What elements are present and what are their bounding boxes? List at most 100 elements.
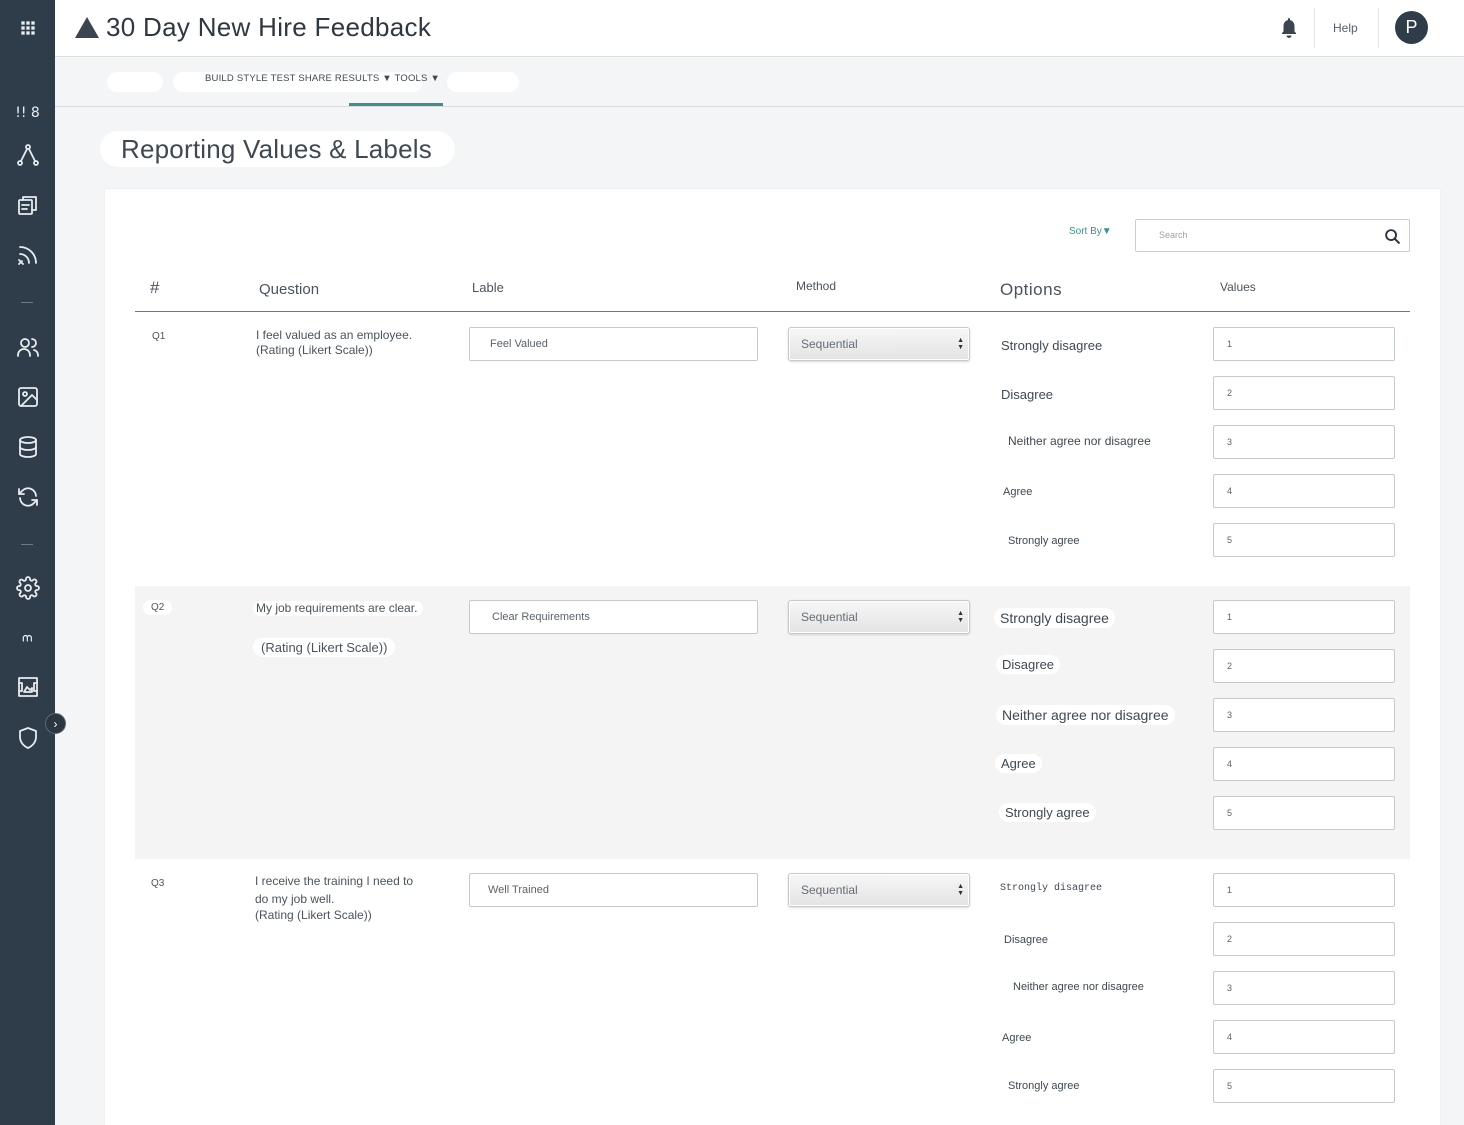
tab-placeholder bbox=[107, 72, 163, 92]
search-icon[interactable] bbox=[1384, 228, 1401, 245]
settings-gear-icon[interactable] bbox=[0, 570, 55, 606]
option-label: Neither agree nor disagree bbox=[1008, 434, 1151, 448]
value-input[interactable]: 1 bbox=[1213, 873, 1395, 907]
option-label: Strongly agree bbox=[999, 803, 1096, 822]
value-input-value: 1 bbox=[1227, 612, 1233, 622]
label-input[interactable]: Well Trained bbox=[469, 873, 758, 907]
value-input[interactable]: 5 bbox=[1213, 1069, 1395, 1103]
page-title: Reporting Values & Labels bbox=[121, 134, 432, 164]
user-avatar[interactable]: P bbox=[1395, 11, 1428, 44]
expand-chevron-icon[interactable]: › bbox=[45, 713, 66, 734]
value-input[interactable]: 5 bbox=[1213, 523, 1395, 557]
apps-grid-icon[interactable] bbox=[0, 10, 55, 46]
database-icon[interactable] bbox=[0, 429, 55, 465]
column-header-label: Lable bbox=[472, 280, 504, 295]
integrations-icon[interactable] bbox=[0, 621, 55, 657]
value-input[interactable]: 3 bbox=[1213, 971, 1395, 1005]
option-label: Strongly disagree bbox=[994, 608, 1115, 628]
sync-icon[interactable] bbox=[0, 479, 55, 515]
value-input[interactable]: 5 bbox=[1213, 796, 1395, 830]
option-label: Strongly agree bbox=[1008, 535, 1080, 547]
question-number: Q1 bbox=[152, 331, 166, 342]
value-input[interactable]: 1 bbox=[1213, 600, 1395, 634]
select-arrows-icon: ▲ ▼ bbox=[957, 610, 964, 624]
survey-tabs-bar: BUILD STYLE TEST SHARE RESULTS ▼ TOOLS ▼ bbox=[55, 58, 1464, 107]
option-label: Strongly disagree bbox=[1000, 883, 1103, 894]
option-label: Disagree bbox=[1004, 934, 1049, 946]
question-type: (Rating (Likert Scale)) bbox=[255, 908, 372, 922]
sidebar: !! 8 bbox=[0, 0, 55, 1125]
header-divider bbox=[1378, 8, 1379, 48]
label-input[interactable]: Clear Requirements bbox=[469, 600, 758, 634]
value-input-value: 4 bbox=[1227, 1032, 1233, 1042]
help-link[interactable]: Help bbox=[1333, 21, 1358, 35]
image-library-icon[interactable] bbox=[0, 379, 55, 415]
column-header-number: # bbox=[150, 278, 160, 297]
value-input[interactable]: 2 bbox=[1213, 649, 1395, 683]
sidebar-divider bbox=[21, 302, 33, 303]
option-label: Strongly disagree bbox=[1001, 338, 1103, 353]
value-input[interactable]: 3 bbox=[1213, 698, 1395, 732]
value-input[interactable]: 2 bbox=[1213, 376, 1395, 410]
method-select-value: Sequential bbox=[801, 883, 858, 897]
value-input-value: 5 bbox=[1227, 808, 1233, 818]
value-input-value: 1 bbox=[1227, 885, 1233, 895]
method-select[interactable]: Sequential ▲ ▼ bbox=[788, 327, 970, 361]
value-input-value: 5 bbox=[1227, 1081, 1233, 1091]
sort-by-label: Sort By bbox=[1069, 226, 1102, 237]
search-placeholder: Search bbox=[1159, 230, 1188, 240]
option-label: Agree bbox=[1002, 1032, 1032, 1044]
method-select[interactable]: Sequential ▲ ▼ bbox=[788, 873, 970, 907]
connections-icon[interactable] bbox=[0, 137, 55, 173]
survey-tabs-label[interactable]: BUILD STYLE TEST SHARE RESULTS ▼ TOOLS ▼ bbox=[205, 73, 440, 84]
question-text: I feel valued as an employee. bbox=[256, 328, 413, 342]
image-frame-icon[interactable] bbox=[0, 669, 55, 705]
value-input[interactable]: 4 bbox=[1213, 747, 1395, 781]
label-input-value: Clear Requirements bbox=[492, 611, 590, 623]
question-text: I receive the training I need to do my j… bbox=[255, 874, 414, 906]
notifications-bell-icon[interactable] bbox=[1277, 16, 1301, 40]
sidebar-divider bbox=[21, 544, 33, 545]
option-label: Neither agree nor disagree bbox=[1013, 981, 1144, 993]
value-input-value: 4 bbox=[1227, 486, 1233, 496]
option-label: Strongly agree bbox=[1008, 1080, 1080, 1092]
value-input-value: 2 bbox=[1227, 934, 1233, 944]
value-input[interactable]: 3 bbox=[1213, 425, 1395, 459]
table-header-divider bbox=[135, 311, 1410, 312]
method-select-value: Sequential bbox=[801, 610, 858, 624]
question-text: My job requirements are clear. bbox=[253, 601, 423, 616]
label-input-value: Feel Valued bbox=[490, 338, 548, 350]
tab-placeholder bbox=[447, 72, 519, 92]
search-input[interactable]: Search bbox=[1135, 219, 1410, 252]
surveys-icon[interactable] bbox=[0, 187, 55, 223]
column-header-question: Question bbox=[259, 281, 320, 298]
column-header-options: Options bbox=[1000, 280, 1063, 299]
value-input[interactable]: 4 bbox=[1213, 1020, 1395, 1054]
method-select-value: Sequential bbox=[801, 337, 858, 351]
caret-down-icon: ▼ bbox=[1101, 226, 1112, 237]
distribution-icon[interactable] bbox=[0, 237, 55, 273]
select-arrows-icon: ▲ ▼ bbox=[957, 883, 964, 897]
label-input[interactable]: Feel Valued bbox=[469, 327, 758, 361]
value-input-value: 4 bbox=[1227, 759, 1233, 769]
value-input-value: 3 bbox=[1227, 710, 1233, 720]
question-number: Q3 bbox=[151, 878, 165, 889]
method-select[interactable]: Sequential ▲ ▼ bbox=[788, 600, 970, 634]
contacts-icon[interactable] bbox=[0, 329, 55, 365]
question-number: Q2 bbox=[143, 600, 173, 615]
value-input-value: 2 bbox=[1227, 388, 1233, 398]
notifications-count-badge[interactable]: !! 8 bbox=[0, 95, 55, 131]
value-input-value: 3 bbox=[1227, 983, 1233, 993]
option-label: Disagree bbox=[1001, 387, 1054, 402]
survey-title: 30 Day New Hire Feedback bbox=[106, 12, 432, 42]
value-input[interactable]: 2 bbox=[1213, 922, 1395, 956]
sort-by-dropdown[interactable]: Sort By▼ bbox=[1069, 226, 1112, 237]
active-tab-indicator bbox=[349, 103, 443, 106]
value-input-value: 5 bbox=[1227, 535, 1233, 545]
app-logo-icon[interactable] bbox=[75, 17, 99, 38]
value-input-value: 1 bbox=[1227, 339, 1233, 349]
value-input[interactable]: 4 bbox=[1213, 474, 1395, 508]
question-type: (Rating (Likert Scale)) bbox=[253, 638, 396, 657]
label-input-value: Well Trained bbox=[488, 884, 549, 896]
value-input[interactable]: 1 bbox=[1213, 327, 1395, 361]
